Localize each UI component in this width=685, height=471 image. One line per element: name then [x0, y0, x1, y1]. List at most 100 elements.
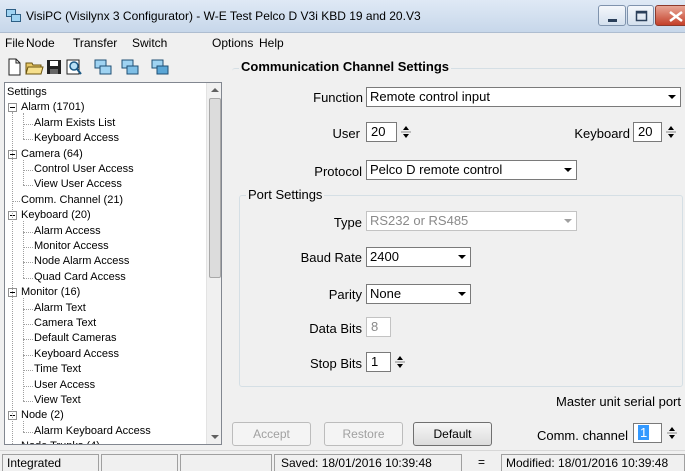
tree-category[interactable]: Camera (64) — [21, 147, 83, 162]
tree-leaf[interactable]: Keyboard Access — [34, 347, 119, 362]
tree-leaf[interactable]: Node Alarm Access — [34, 254, 129, 269]
menu-transfer[interactable]: Transfer — [73, 36, 117, 50]
tree-item-label: Monitor Access — [34, 240, 109, 252]
tree-connector — [23, 277, 33, 279]
menu-node[interactable]: Node — [26, 36, 55, 50]
tree-connector — [23, 247, 33, 248]
new-icon[interactable] — [4, 57, 24, 77]
stop-bits-input[interactable]: 1 — [366, 352, 391, 372]
tree-connector — [23, 339, 33, 341]
menu-options[interactable]: Options — [212, 36, 253, 50]
type-select[interactable]: RS232 or RS485 — [366, 211, 577, 231]
scroll-down-icon[interactable] — [207, 430, 222, 444]
minimize-button[interactable] — [598, 5, 626, 26]
keyboard-label: Keyboard — [574, 126, 630, 141]
tree-category[interactable]: Keyboard (20) — [21, 208, 91, 223]
tree-connector — [23, 170, 33, 171]
find-icon[interactable] — [64, 57, 84, 77]
scroll-thumb[interactable] — [209, 98, 221, 278]
status-mode: Integrated — [2, 454, 99, 471]
default-label: Default — [433, 427, 472, 441]
accept-button[interactable]: Accept — [232, 422, 311, 446]
tree-leaf[interactable]: View User Access — [34, 177, 122, 192]
close-button[interactable] — [655, 5, 685, 26]
user-label: User — [332, 126, 360, 141]
save-icon[interactable] — [44, 57, 64, 77]
baud-rate-select[interactable]: 2400 — [366, 247, 471, 267]
node-icon[interactable] — [93, 57, 113, 77]
tree-connector — [23, 113, 24, 140]
comm-channel-spinner-icon[interactable] — [665, 423, 679, 443]
tree-leaf[interactable]: Default Cameras — [34, 331, 117, 346]
tree-category[interactable]: Settings — [7, 85, 47, 100]
tree-scrollbar[interactable] — [206, 83, 222, 444]
scroll-up-icon[interactable] — [207, 83, 222, 97]
restore-button[interactable]: Restore — [324, 422, 403, 446]
tree-item-label: Control User Access — [34, 163, 134, 175]
keyboard-spinner-icon[interactable] — [664, 122, 678, 142]
open-icon[interactable] — [24, 57, 44, 77]
function-value: Remote control input — [370, 89, 490, 104]
collapse-icon[interactable] — [8, 103, 17, 113]
tree-item-label: Default Cameras — [34, 332, 117, 345]
comm-channel-label: Comm. channel — [536, 428, 628, 443]
tree-leaf[interactable]: Camera Text — [34, 316, 96, 331]
tree-leaf[interactable]: Quad Card Access — [34, 270, 126, 285]
node-link-icon[interactable] — [120, 57, 140, 77]
tree-category[interactable]: Alarm (1701) — [21, 100, 85, 115]
tree-connector — [23, 185, 33, 187]
tree-connector — [23, 385, 33, 387]
tree-connector — [23, 221, 24, 278]
keyboard-input[interactable]: 20 — [633, 122, 662, 142]
parity-value: None — [370, 286, 402, 301]
tree-connector — [23, 159, 24, 186]
tree-category[interactable]: Node Trunks (4) — [21, 439, 100, 444]
menu-file[interactable]: File — [5, 36, 24, 50]
tree-item-label: User Access — [34, 378, 96, 391]
data-bits-value: 8 — [371, 319, 379, 334]
baud-rate-label: Baud Rate — [300, 250, 362, 265]
tree-leaf[interactable]: User Access — [34, 378, 95, 393]
protocol-select[interactable]: Pelco D remote control — [366, 160, 577, 180]
tree-leaf[interactable]: Alarm Access — [34, 224, 101, 239]
tree-connector — [23, 370, 33, 372]
parity-label: Parity — [328, 287, 362, 302]
settings-tree[interactable]: Settings Alarm (1701) Alarm Exists List Key… — [4, 82, 222, 445]
tree-leaf[interactable]: Alarm Exists List — [34, 116, 115, 131]
tree-item-label: Node (2) — [21, 409, 64, 422]
data-bits-input[interactable]: 8 — [366, 317, 391, 337]
tree-leaf[interactable]: Keyboard Access — [34, 131, 119, 146]
menu-switch[interactable]: Switch — [132, 36, 167, 50]
tree-item-label: Camera (64) — [21, 147, 83, 160]
tree-item-label: Settings — [7, 86, 47, 98]
type-value: RS232 or RS485 — [370, 213, 469, 228]
tree-category[interactable]: Comm. Channel (21) — [21, 193, 123, 208]
tree-connector — [23, 139, 33, 141]
tree-leaf[interactable]: Time Text — [34, 362, 81, 377]
tree-item-label: Node Trunks (4) — [21, 440, 100, 444]
tree-leaf[interactable]: Alarm Text — [34, 301, 86, 316]
window-title: VisiPC (Visilynx 3 Configurator) - W-E T… — [26, 9, 421, 23]
tree-item-label: Time Text — [34, 363, 82, 376]
default-button[interactable]: Default — [413, 422, 492, 446]
menu-help[interactable]: Help — [259, 36, 284, 50]
menu-bar: File Node Transfer Switch Options Help — [0, 33, 685, 52]
node-settings-icon[interactable] — [150, 57, 170, 77]
user-spinner-icon[interactable] — [399, 122, 413, 142]
maximize-button[interactable] — [627, 5, 654, 26]
parity-select[interactable]: None — [366, 284, 471, 304]
tree-connector — [23, 123, 33, 125]
stop-bits-spinner-icon[interactable] — [393, 352, 407, 372]
tree-category[interactable]: Monitor (16) — [21, 285, 80, 300]
tree-leaf[interactable]: Alarm Keyboard Access — [34, 424, 151, 439]
tree-leaf[interactable]: Control User Access — [34, 162, 134, 177]
function-label: Function — [313, 90, 363, 105]
status-bar: Integrated Saved: 18/01/2016 10:39:48 = … — [0, 450, 685, 471]
function-select[interactable]: Remote control input — [366, 87, 681, 107]
tree-leaf[interactable]: Monitor Access — [34, 239, 109, 254]
user-input[interactable]: 20 — [366, 122, 397, 142]
comm-channel-input[interactable]: 1 — [633, 423, 662, 443]
tree-leaf[interactable]: View Text — [34, 393, 81, 408]
tree-item-label: View User Access — [34, 178, 122, 191]
tree-category[interactable]: Node (2) — [21, 408, 64, 423]
